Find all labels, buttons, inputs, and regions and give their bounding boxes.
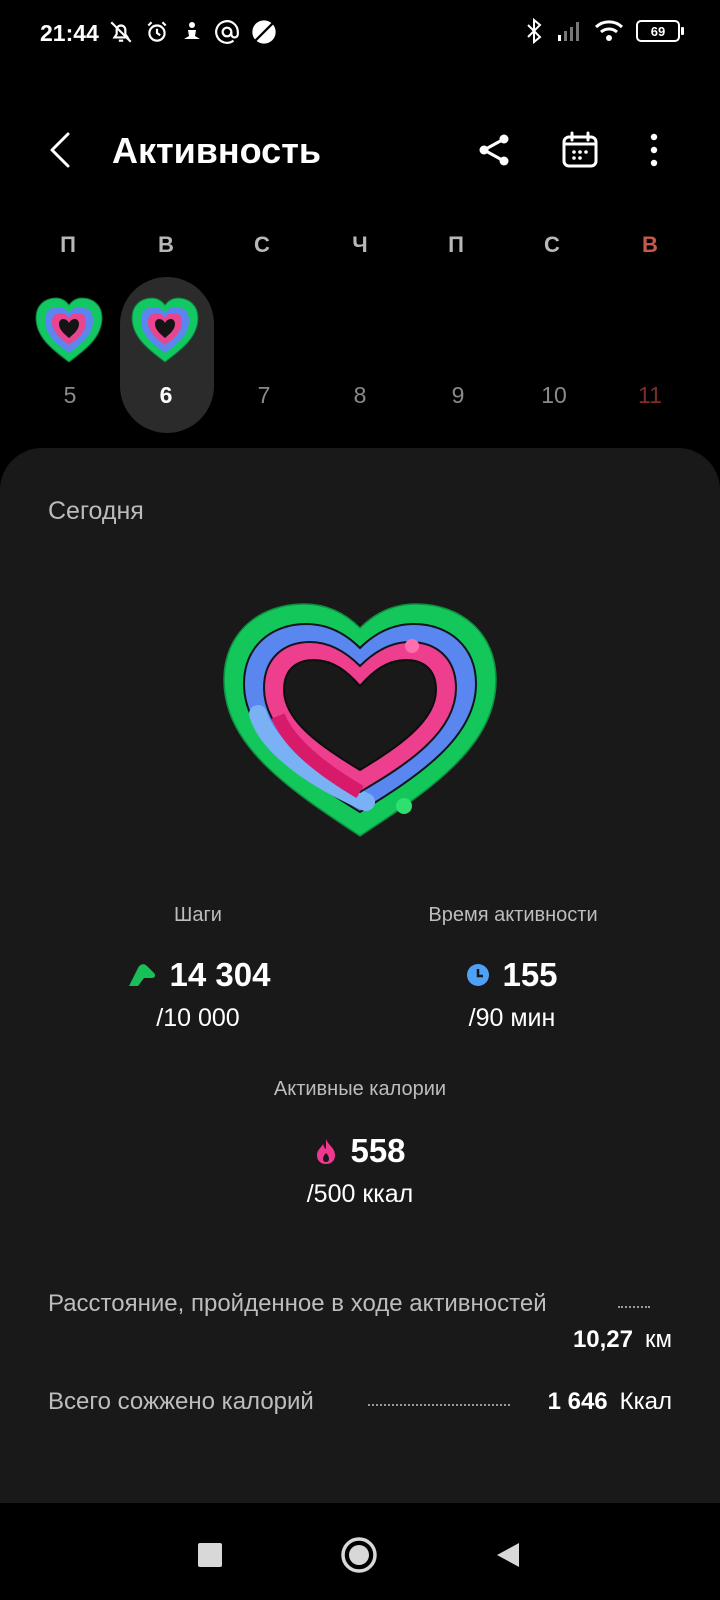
day-number-5[interactable]: 5: [40, 382, 100, 409]
distance-value: 10,27 км: [572, 1326, 672, 1353]
square-icon: [198, 1543, 222, 1567]
status-time: 21:44: [40, 20, 99, 46]
weekday-label: С: [254, 232, 270, 257]
triangle-back-icon: [497, 1543, 519, 1567]
home-button[interactable]: [337, 1533, 381, 1577]
meditation-icon: [184, 22, 200, 39]
share-icon: [479, 134, 509, 166]
active-time-goal: /90 мин: [468, 1004, 556, 1032]
steps-goal: /10 000: [156, 1004, 240, 1032]
weekday-label: С: [544, 232, 560, 257]
steps-value-row[interactable]: 14 304: [98, 956, 298, 994]
back-nav-button[interactable]: [486, 1533, 530, 1577]
active-calories-value: 558: [350, 1132, 406, 1169]
day-number-9[interactable]: 9: [428, 382, 488, 409]
steps-value: 14 304: [169, 956, 271, 993]
active-time-value: 155: [502, 956, 558, 993]
status-bar: 21:44 69: [0, 0, 720, 70]
recent-apps-button[interactable]: [188, 1533, 232, 1577]
day-number-10[interactable]: 10: [524, 382, 584, 409]
active-calories-label: Активные калории: [273, 1078, 447, 1100]
more-options-button[interactable]: [632, 128, 676, 172]
active-calories-goal: /500 ккал: [306, 1180, 414, 1208]
total-calories-label: Всего сожжено калорий: [48, 1388, 314, 1415]
bluetooth-icon: [527, 18, 542, 44]
calendar-icon: [562, 131, 598, 168]
active-time-label: Время активности: [428, 904, 598, 926]
active-calories-value-row[interactable]: 558: [260, 1132, 460, 1170]
back-button[interactable]: [40, 128, 84, 172]
dotted-leader: [618, 1306, 650, 1308]
mini-activity-heart-icon[interactable]: [32, 296, 106, 366]
bell-off-icon: [110, 21, 132, 43]
weekday-label: В: [642, 232, 658, 257]
signal-icon: [558, 22, 579, 41]
activity-rings-heart-icon[interactable]: [216, 598, 504, 844]
clock-icon: [467, 964, 490, 986]
mini-activity-heart-icon[interactable]: [128, 296, 202, 366]
weekday-label: Ч: [352, 232, 368, 257]
day-number-8[interactable]: 8: [330, 382, 390, 409]
wifi-icon: [594, 20, 624, 41]
share-button[interactable]: [472, 128, 516, 172]
planet-icon: [252, 20, 276, 44]
weekday-label: П: [60, 232, 76, 257]
active-time-value-row[interactable]: 155: [412, 956, 612, 994]
more-icon: [650, 133, 658, 167]
flame-icon: [317, 1139, 336, 1164]
page-title: Активность: [112, 130, 321, 171]
dotted-leader: [368, 1404, 510, 1406]
weekday-label: П: [448, 232, 464, 257]
steps-label: Шаги: [174, 904, 222, 926]
period-label: Сегодня: [48, 497, 144, 525]
at-icon: [215, 20, 239, 44]
day-number-11[interactable]: 11: [620, 382, 680, 409]
distance-label: Расстояние, пройденное в ходе активносте…: [48, 1290, 547, 1317]
calendar-button[interactable]: [558, 128, 602, 172]
day-number-6[interactable]: 6: [136, 382, 196, 409]
chevron-left-icon: [50, 132, 70, 168]
navigation-bar: [0, 1503, 720, 1600]
alarm-icon: [147, 21, 167, 42]
app-bar: Активность: [0, 110, 720, 190]
battery-icon: 69: [636, 20, 684, 42]
running-shoe-icon: [128, 964, 155, 986]
home-circle-icon: [341, 1537, 377, 1573]
weekday-label: В: [158, 232, 174, 257]
day-number-7[interactable]: 7: [234, 382, 294, 409]
total-calories-value: 1 646 Ккал: [547, 1388, 672, 1415]
